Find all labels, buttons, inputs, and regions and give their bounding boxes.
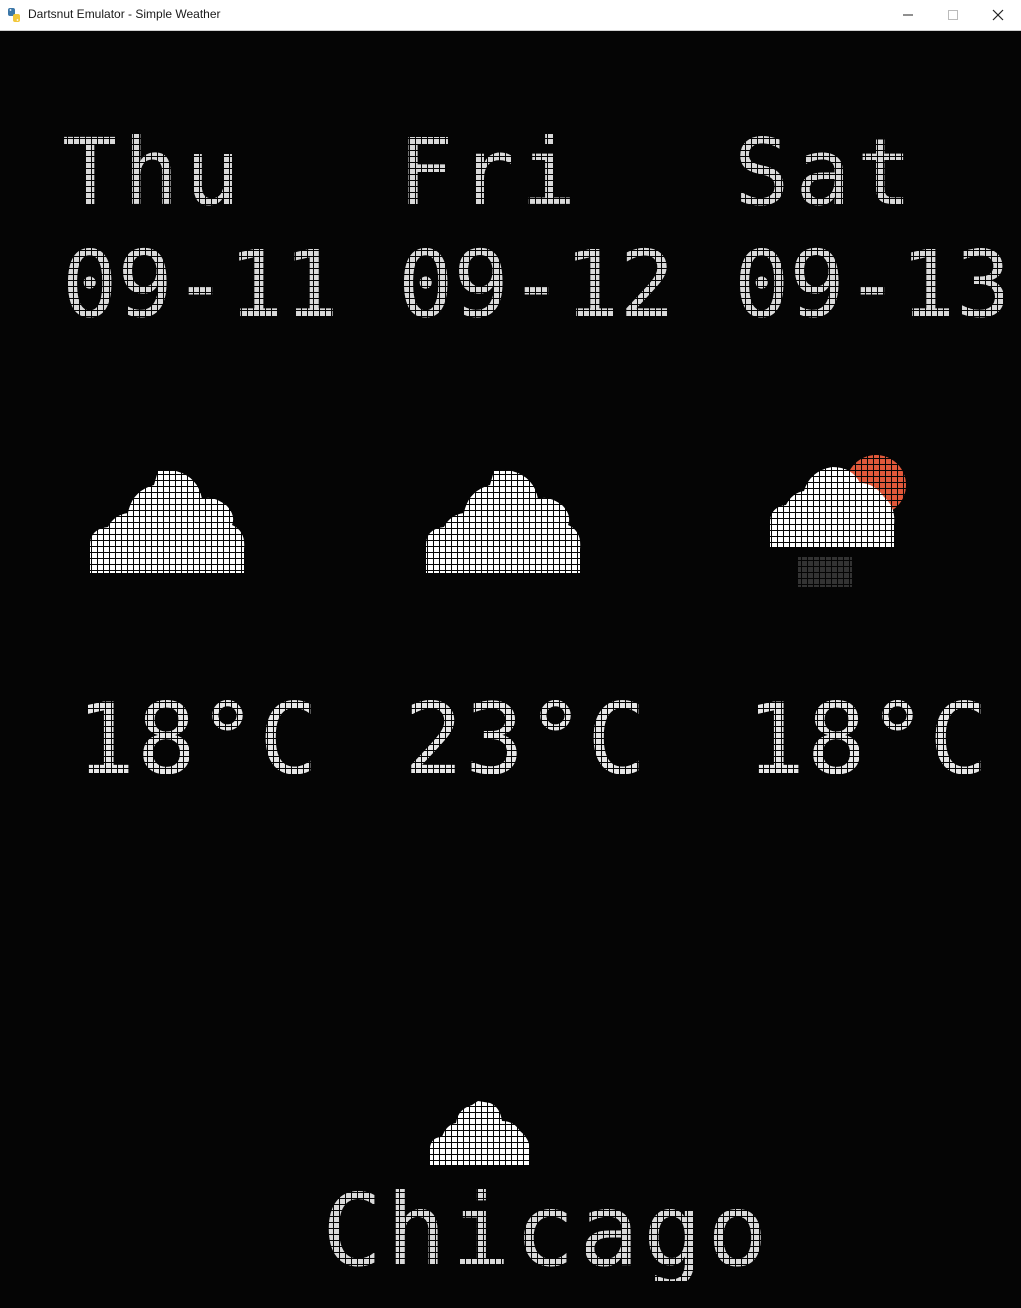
sun-cloud-rain-icon	[770, 455, 906, 587]
close-icon	[992, 9, 1004, 21]
forecast-day-2: Fri	[398, 119, 583, 226]
forecast-date-1: 09-11	[62, 231, 339, 338]
forecast-date-2: 09-12	[398, 231, 675, 338]
cloud-icon	[426, 471, 581, 573]
cloud-icon	[90, 471, 245, 573]
python-app-icon	[8, 8, 20, 22]
city-name: Chicago	[322, 1172, 772, 1289]
forecast-day-3: Sat	[734, 119, 919, 226]
minimize-icon	[903, 14, 913, 16]
forecast-day-1: Thu	[62, 119, 247, 226]
cloud-icon	[430, 1101, 530, 1165]
led-display: Thu Fri Sat 09-11 09-12 09-13 18°C 23°C …	[0, 31, 1021, 1308]
emulator-window: Dartsnut Emulator - Simple Weather Thu F…	[0, 0, 1021, 1308]
forecast-temp-2: 23°C	[404, 683, 649, 797]
maximize-icon	[948, 10, 958, 20]
minimize-button[interactable]	[885, 0, 931, 30]
window-title: Dartsnut Emulator - Simple Weather	[28, 7, 221, 21]
forecast-date-3: 09-13	[734, 231, 1011, 338]
forecast-temp-3: 18°C	[746, 683, 991, 797]
close-button[interactable]	[975, 0, 1021, 30]
forecast-temp-1: 18°C	[76, 683, 321, 797]
maximize-button[interactable]	[930, 0, 976, 30]
title-bar[interactable]: Dartsnut Emulator - Simple Weather	[0, 0, 1021, 31]
